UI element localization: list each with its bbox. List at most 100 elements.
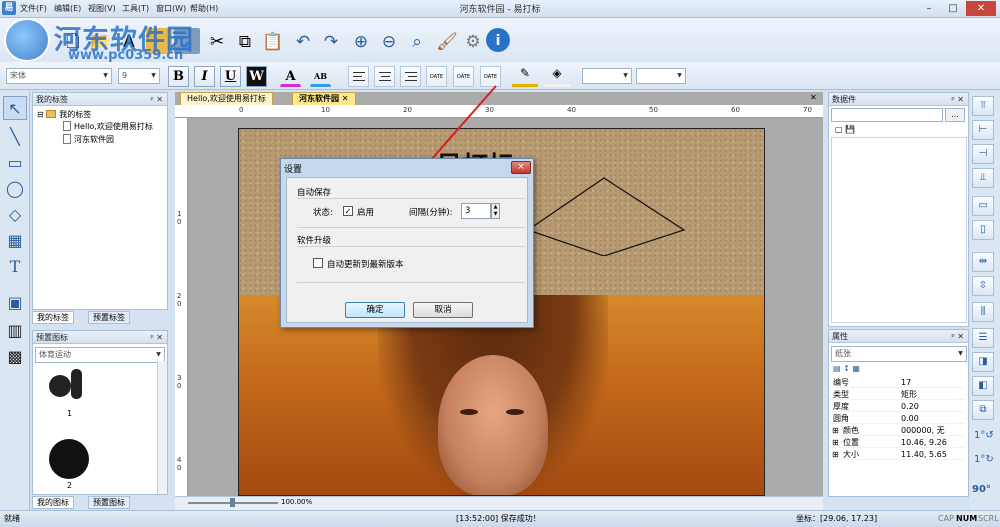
pin-close-icon[interactable]: ᵖ ✕ (951, 93, 964, 106)
brush-icon[interactable]: 🖌 (434, 28, 460, 54)
minimize-icon[interactable]: – (918, 1, 940, 16)
property-row[interactable]: 圆角 0.00 (829, 413, 965, 424)
pin-close-icon[interactable]: ᵖ ✕ (951, 330, 964, 343)
rotate-90-icon[interactable]: 90° (972, 484, 991, 495)
sort-icons[interactable]: ▤ ↕ ▦ (833, 364, 860, 373)
fill-color-icon[interactable]: ◈ (544, 66, 570, 87)
bowling-icon[interactable] (49, 367, 85, 407)
table-tool-icon[interactable]: ▦ (3, 228, 27, 252)
rotate-1-cw-icon[interactable]: 1°↻ (974, 454, 994, 465)
vertical-scrollbar[interactable] (157, 361, 167, 494)
ellipse-tool-icon[interactable]: ◯ (3, 176, 27, 200)
redo-icon[interactable]: ↷ (318, 28, 344, 54)
diamond-tool-icon[interactable]: ◇ (3, 202, 27, 226)
diamond-shape[interactable] (528, 176, 688, 256)
maximize-icon[interactable]: □ (942, 1, 964, 16)
center-horizontal-icon[interactable]: ⇹ (972, 252, 994, 272)
align-left-icon[interactable]: ⊢ (972, 120, 994, 140)
font-color-button[interactable]: A (280, 66, 301, 87)
property-row[interactable]: 厚度 0.20 (829, 401, 965, 412)
property-row[interactable]: 位置 10.46, 9.26 ⊞ (829, 437, 965, 448)
auto-update-checkbox[interactable] (313, 258, 323, 268)
ok-button[interactable]: 确定 (345, 302, 405, 318)
image-tool-icon[interactable]: ▣ (3, 290, 27, 314)
group-icon[interactable]: ⧉ (972, 400, 994, 420)
font-family-select[interactable]: 宋体 ▼ (6, 68, 112, 84)
property-row[interactable]: 类型 矩形 (829, 389, 965, 400)
undo-icon[interactable]: ↶ (290, 28, 316, 54)
zoom-out-icon[interactable]: ⊖ (376, 28, 402, 54)
text-color-button[interactable]: AB (310, 66, 331, 87)
menu-edit[interactable]: 编辑(E) (52, 2, 83, 16)
pin-close-icon[interactable]: ᵖ ✕ (150, 93, 163, 106)
italic-button[interactable]: I (194, 66, 215, 87)
align-center-button[interactable] (374, 66, 395, 87)
tree-item-hedong[interactable]: 河东软件园 (63, 134, 114, 145)
rectangle-tool-icon[interactable]: ▭ (3, 150, 27, 174)
property-row[interactable]: 编号 17 (829, 377, 965, 388)
center-vertical-icon[interactable]: ⇳ (972, 276, 994, 296)
send-back-icon[interactable]: ◧ (972, 376, 994, 396)
pin-close-icon[interactable]: ᵖ ✕ (150, 331, 163, 344)
line-tool-icon[interactable]: ╲ (3, 124, 27, 148)
property-row[interactable]: 颜色 000000, 无 ⊞ (829, 425, 965, 436)
align-left-button[interactable] (348, 66, 369, 87)
object-select[interactable]: 纸张 ▼ (831, 346, 967, 362)
zoom-slider-thumb[interactable] (230, 498, 235, 507)
interval-spinner[interactable]: ▲ ▼ (491, 203, 500, 219)
line-width-select[interactable]: ▼ (636, 68, 686, 84)
align-top-icon[interactable]: ⫪ (972, 96, 994, 116)
menu-view[interactable]: 视图(V) (86, 2, 118, 16)
align-right-icon[interactable]: ⊣ (972, 144, 994, 164)
zoom-in-icon[interactable]: ⊕ (348, 28, 374, 54)
tab-my-labels[interactable]: 我的标签 (32, 311, 74, 324)
property-row[interactable]: 大小 11.40, 5.65 ⊞ (829, 449, 965, 460)
menu-tools[interactable]: 工具(T) (120, 2, 151, 16)
copy-icon[interactable]: ⧉ (232, 28, 258, 54)
expand-icon[interactable]: ⊞ (832, 437, 839, 448)
datasource-input[interactable] (831, 108, 943, 122)
tab-preset-icons[interactable]: 预置图标 (88, 496, 130, 509)
tree-root[interactable]: ⊟ 我的标签 (37, 109, 91, 120)
same-width-icon[interactable]: ▭ (972, 196, 994, 216)
font-size-select[interactable]: 9 ▼ (118, 68, 160, 84)
icon-category-select[interactable]: 体育运动 ▼ (35, 347, 165, 363)
dialog-close-button[interactable]: × (511, 161, 531, 174)
interval-input[interactable]: 3 (461, 203, 491, 219)
distribute-v-icon[interactable]: ☰ (972, 328, 994, 348)
tab-my-icons[interactable]: 我的图标 (32, 496, 74, 509)
line-color-icon[interactable]: ✎ (512, 66, 538, 87)
rotate-1-icon[interactable]: 1°↺ (974, 430, 994, 441)
datasource-list[interactable] (831, 137, 967, 323)
wide-text-button[interactable]: W (246, 66, 267, 87)
browse-button[interactable]: ... (945, 108, 965, 122)
zoom-fit-icon[interactable]: ⌕ (404, 28, 430, 54)
underline-button[interactable]: U (220, 66, 241, 87)
menu-help[interactable]: 帮助(H) (188, 2, 220, 16)
bold-button[interactable]: B (168, 66, 189, 87)
cancel-button[interactable]: 取消 (413, 302, 473, 318)
same-height-icon[interactable]: ▯ (972, 220, 994, 240)
doc-tab-hello[interactable]: Hello,欢迎使用易打标 (180, 92, 273, 105)
expand-icon[interactable]: ⊟ (37, 110, 44, 119)
cut-icon[interactable]: ✂ (204, 28, 230, 54)
align-bottom-icon[interactable]: ⫫ (972, 168, 994, 188)
expand-icon[interactable]: ⊞ (832, 449, 839, 460)
barcode-tool-icon[interactable]: ▥ (3, 318, 27, 342)
menu-window[interactable]: 窗口(W) (154, 2, 188, 16)
line-style-select[interactable]: ▼ (582, 68, 632, 84)
info-icon[interactable]: i (486, 28, 510, 52)
basketball-icon[interactable] (49, 439, 89, 479)
qrcode-tool-icon[interactable]: ▩ (3, 344, 27, 368)
save-icon[interactable]: ▢ 💾 (835, 125, 855, 134)
text-tool-icon[interactable]: T (3, 254, 27, 278)
enable-checkbox[interactable]: ✓ (343, 206, 353, 216)
pointer-icon[interactable]: ↖ (3, 96, 27, 120)
menu-file[interactable]: 文件(F) (18, 2, 49, 16)
distribute-h-icon[interactable]: ⫼ (972, 302, 994, 322)
doc-tab-hedong[interactable]: 河东软件园 ✕ (292, 92, 356, 105)
settings-gear-icon[interactable]: ⚙ (460, 28, 486, 54)
close-tab-icon[interactable]: ✕ (342, 94, 349, 103)
bring-front-icon[interactable]: ◨ (972, 352, 994, 372)
tab-preset-labels[interactable]: 预置标签 (88, 311, 130, 324)
